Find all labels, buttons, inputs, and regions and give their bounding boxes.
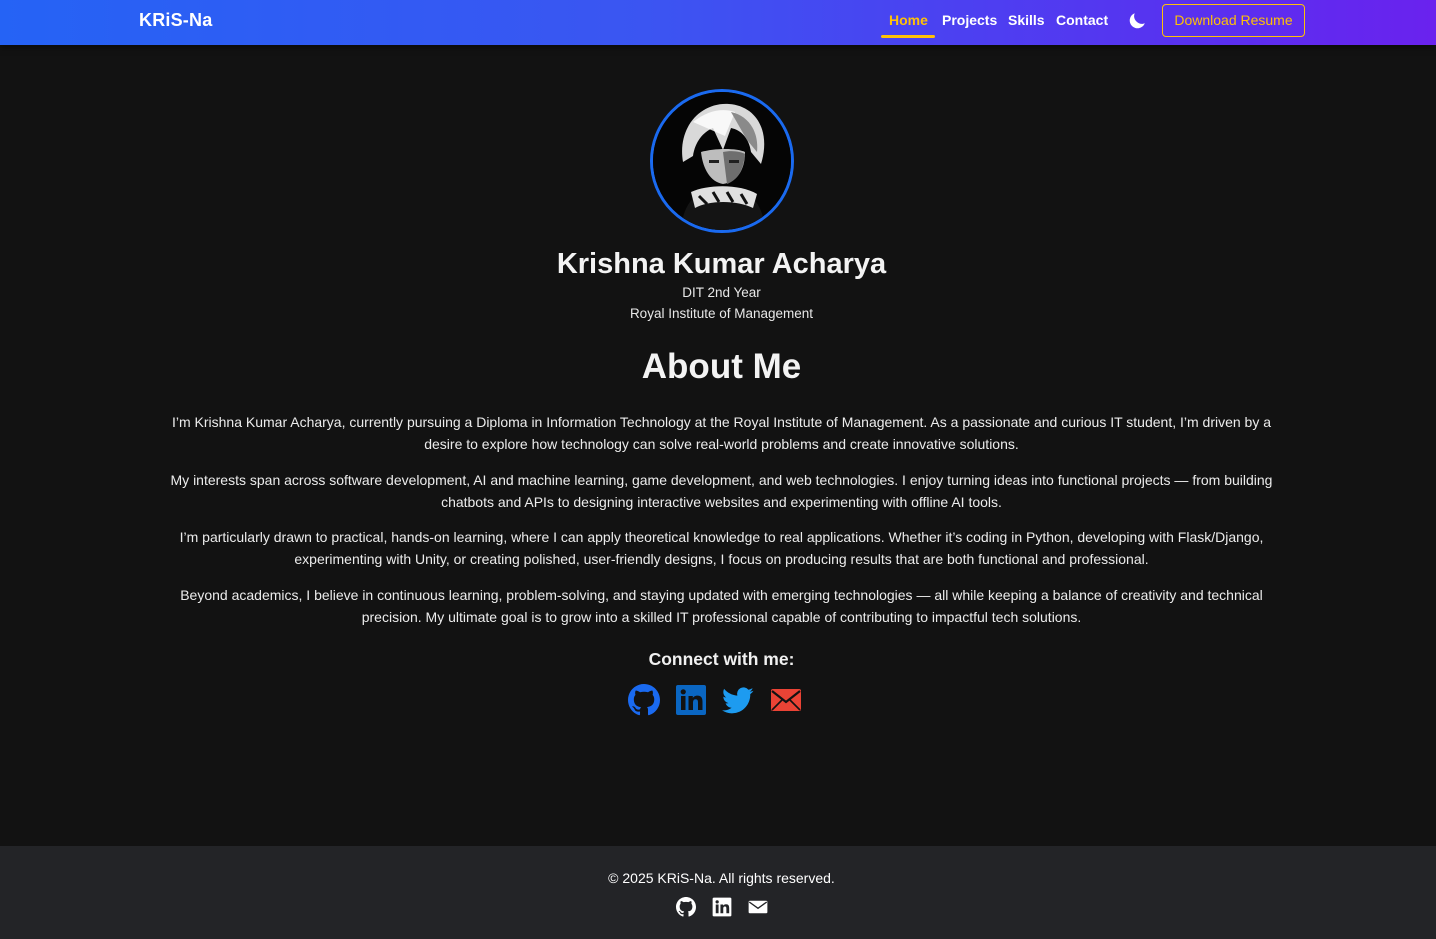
footer: © 2025 KRiS-Na. All rights reserved. bbox=[0, 846, 1436, 939]
about-paragraph: I’m particularly drawn to practical, han… bbox=[179, 529, 1264, 567]
linkedin-icon[interactable] bbox=[675, 684, 707, 716]
profile-institute: Royal Institute of Management bbox=[629, 306, 814, 321]
brand-logo[interactable]: KRiS-Na bbox=[139, 10, 212, 31]
nav-link-projects[interactable]: Projects bbox=[942, 12, 997, 28]
about-paragraph: I’m Krishna Kumar Acharya, currently pur… bbox=[171, 414, 1272, 452]
profile-year: DIT 2nd Year bbox=[682, 285, 761, 300]
linkedin-icon[interactable] bbox=[712, 897, 734, 919]
github-icon[interactable] bbox=[676, 897, 698, 919]
copyright-text: © 2025 KRiS-Na. All rights reserved. bbox=[608, 870, 835, 886]
connect-title: Connect with me: bbox=[648, 649, 795, 669]
twitter-icon[interactable] bbox=[722, 684, 754, 716]
active-nav-indicator bbox=[881, 35, 935, 38]
avatar bbox=[650, 89, 794, 233]
email-icon[interactable] bbox=[748, 897, 770, 919]
nav-link-skills[interactable]: Skills bbox=[1008, 12, 1045, 28]
nav-link-home[interactable]: Home bbox=[889, 12, 928, 28]
navbar: KRiS-Na Home Projects Skills Contact Dow… bbox=[0, 0, 1436, 45]
download-resume-button[interactable]: Download Resume bbox=[1162, 4, 1305, 37]
email-icon[interactable] bbox=[770, 684, 802, 716]
profile-name: Krishna Kumar Acharya bbox=[556, 248, 887, 280]
moon-icon[interactable] bbox=[1126, 10, 1148, 32]
about-paragraph: Beyond academics, I believe in continuou… bbox=[180, 587, 1263, 625]
about-paragraph: My interests span across software develo… bbox=[170, 472, 1273, 510]
nav-link-contact[interactable]: Contact bbox=[1056, 12, 1108, 28]
about-title: About Me bbox=[641, 347, 802, 386]
github-icon[interactable] bbox=[628, 684, 660, 716]
